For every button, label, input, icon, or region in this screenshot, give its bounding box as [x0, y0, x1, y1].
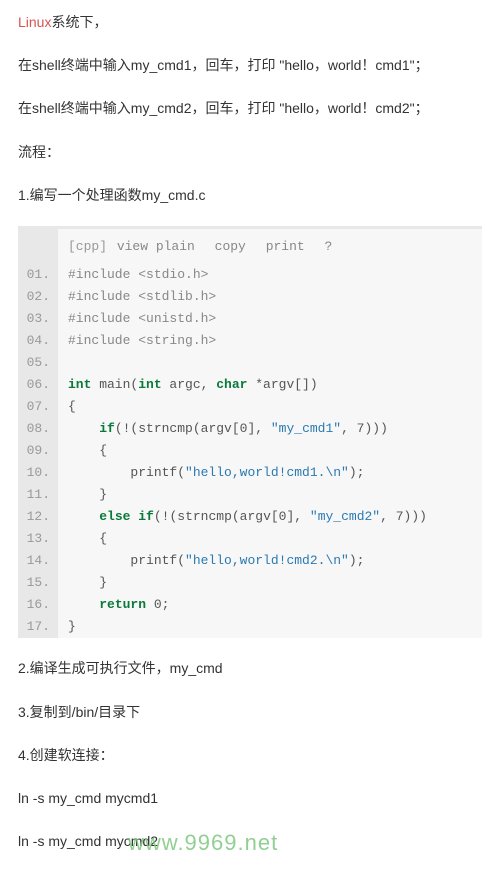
line-number: 03. — [18, 308, 58, 330]
linux-highlight: Linux — [18, 14, 51, 30]
line-number: 12. — [18, 506, 58, 528]
line-number: 14. — [18, 550, 58, 572]
code-row: 17.} — [18, 616, 482, 638]
intro-suffix: 系统下， — [51, 14, 107, 30]
line-number: 01. — [18, 264, 58, 286]
ln-command-2: ln -s my_cmd mycmd2 — [18, 829, 158, 854]
toolbar-print[interactable]: print — [266, 239, 305, 254]
line-number: 08. — [18, 418, 58, 440]
line-number: 17. — [18, 616, 58, 638]
step-1: 1.编写一个处理函数my_cmd.c — [18, 183, 482, 208]
intro-line-1: Linux系统下， — [18, 10, 482, 35]
line-content: #include <stdlib.h> — [58, 286, 216, 308]
code-toolbar: [cpp] view plain copy print ? — [18, 226, 482, 264]
line-content: { — [58, 528, 107, 550]
step-4: 4.创建软连接： — [18, 743, 482, 768]
line-content: #include <stdio.h> — [58, 264, 208, 286]
step-3: 3.复制到/bin/目录下 — [18, 700, 482, 725]
line-content: int main(int argc, char *argv[]) — [58, 374, 318, 396]
intro-line-3: 在shell终端中输入my_cmd2，回车，打印 "hello，world！cm… — [18, 96, 482, 121]
code-row: 10. printf("hello,world!cmd1.\n"); — [18, 462, 482, 484]
line-number: 16. — [18, 594, 58, 616]
line-number: 04. — [18, 330, 58, 352]
toolbar-view-plain[interactable]: view plain — [117, 239, 195, 254]
code-lines: 01.#include <stdio.h>02.#include <stdlib… — [18, 264, 482, 638]
intro-line-2: 在shell终端中输入my_cmd1，回车，打印 "hello，world！cm… — [18, 53, 482, 78]
line-content: #include <string.h> — [58, 330, 216, 352]
code-row: 03.#include <unistd.h> — [18, 308, 482, 330]
code-row: 06.int main(int argc, char *argv[]) — [18, 374, 482, 396]
code-block: [cpp] view plain copy print ? 01.#includ… — [18, 226, 482, 638]
code-row: 08. if(!(strncmp(argv[0], "my_cmd1", 7))… — [18, 418, 482, 440]
line-content: { — [58, 440, 107, 462]
code-row: 12. else if(!(strncmp(argv[0], "my_cmd2"… — [18, 506, 482, 528]
line-content: return 0; — [58, 594, 169, 616]
line-content: #include <unistd.h> — [58, 308, 216, 330]
toolbar-lang: [cpp] — [68, 239, 107, 254]
code-row: 01.#include <stdio.h> — [18, 264, 482, 286]
line-content: } — [58, 616, 76, 638]
code-row: 02.#include <stdlib.h> — [18, 286, 482, 308]
line-number: 02. — [18, 286, 58, 308]
toolbar-help[interactable]: ? — [325, 239, 333, 254]
code-row: 07.{ — [18, 396, 482, 418]
ln-command-1: ln -s my_cmd mycmd1 — [18, 786, 482, 811]
step-2: 2.编译生成可执行文件，my_cmd — [18, 656, 482, 681]
line-content: printf("hello,world!cmd2.\n"); — [58, 550, 364, 572]
line-number: 05. — [18, 352, 58, 374]
code-row: 16. return 0; — [18, 594, 482, 616]
line-number: 11. — [18, 484, 58, 506]
line-content: } — [58, 484, 107, 506]
toolbar-copy[interactable]: copy — [215, 239, 246, 254]
code-row: 04.#include <string.h> — [18, 330, 482, 352]
line-content: { — [58, 396, 76, 418]
line-number: 10. — [18, 462, 58, 484]
code-row: 15. } — [18, 572, 482, 594]
code-row: 05. — [18, 352, 482, 374]
code-row: 14. printf("hello,world!cmd2.\n"); — [18, 550, 482, 572]
line-content: printf("hello,world!cmd1.\n"); — [58, 462, 364, 484]
code-row: 09. { — [18, 440, 482, 462]
ln-command-2-wrap: ln -s my_cmd mycmd2 www.9969.net — [18, 829, 158, 872]
code-row: 11. } — [18, 484, 482, 506]
line-number: 13. — [18, 528, 58, 550]
line-number: 06. — [18, 374, 58, 396]
code-row: 13. { — [18, 528, 482, 550]
line-number: 07. — [18, 396, 58, 418]
line-number: 09. — [18, 440, 58, 462]
line-content: } — [58, 572, 107, 594]
flow-label: 流程： — [18, 140, 482, 165]
line-number: 15. — [18, 572, 58, 594]
line-content: else if(!(strncmp(argv[0], "my_cmd2", 7)… — [58, 506, 427, 528]
line-content: if(!(strncmp(argv[0], "my_cmd1", 7))) — [58, 418, 388, 440]
line-content — [58, 352, 68, 374]
